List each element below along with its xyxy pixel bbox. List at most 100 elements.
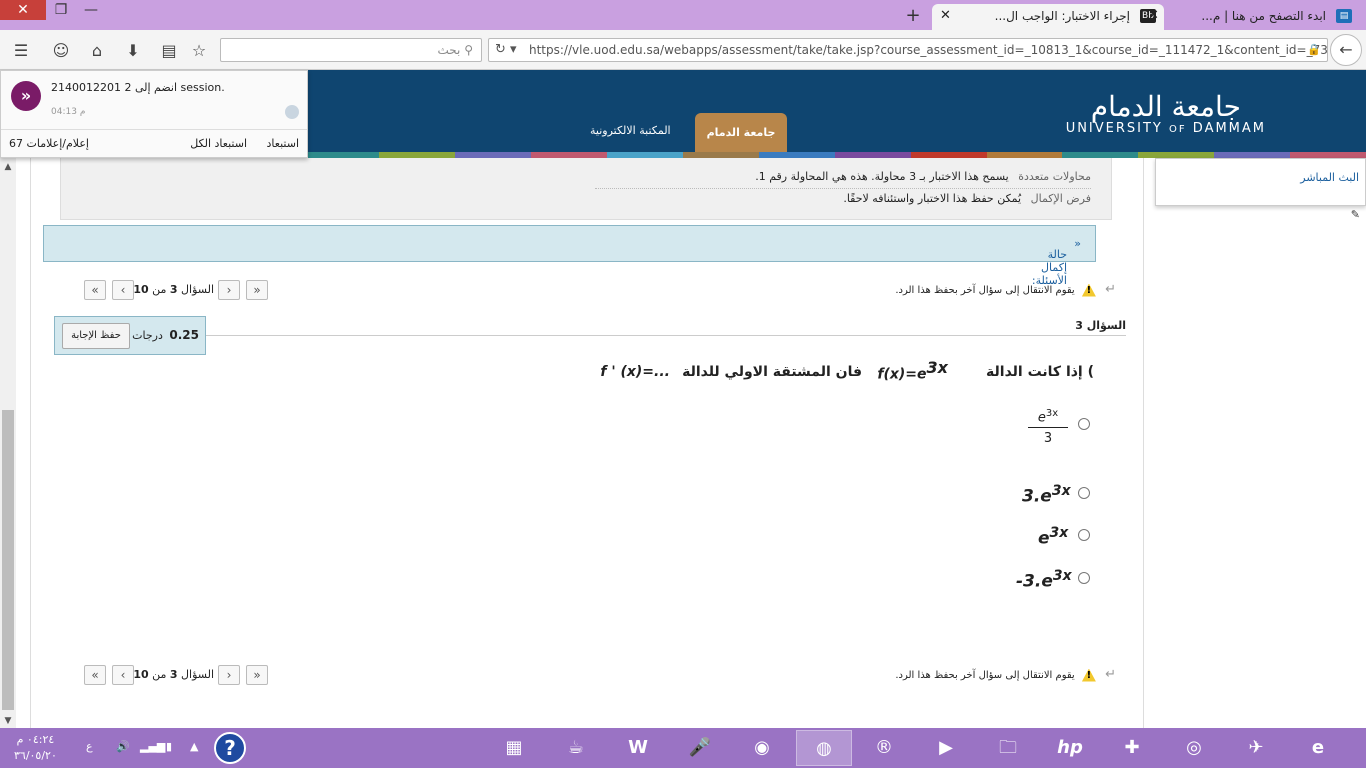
answer-radio-c[interactable] bbox=[1078, 529, 1090, 541]
search-input[interactable]: ⚲ بحث bbox=[220, 38, 482, 62]
window-minimize-button[interactable]: — bbox=[76, 0, 106, 20]
notification-footer: استبعاد استبعاد الكل 67 إعلام/إعلامات bbox=[1, 129, 307, 157]
pager-label: السؤال 3 من 10 bbox=[133, 283, 214, 296]
scroll-up-icon[interactable]: ▲ bbox=[0, 162, 16, 172]
pager-word-question: السؤال bbox=[181, 283, 214, 296]
media-player-icon[interactable]: ▶ bbox=[918, 730, 974, 766]
first-question-button[interactable]: « bbox=[246, 665, 268, 685]
tray-expand-icon[interactable]: ▲ bbox=[190, 740, 198, 753]
info-value: يسمح هذا الاختبار بـ 3 محاولة. هذه هي ال… bbox=[755, 170, 1009, 183]
navigation-bar: ☰ ☺ ⌂ ⬇ ▤ ☆ ⚲ بحث ↻ ▾ https://vle.uod.ed… bbox=[0, 30, 1366, 70]
tab-title: ابدء التصفح من هنا | م... bbox=[1201, 9, 1326, 23]
volume-icon[interactable]: 🔊 bbox=[116, 740, 130, 753]
info-force-completion: فرض الإكمال يُمكن حفظ هذا الاختبار واستئ… bbox=[843, 192, 1091, 205]
notification-popup: » 2140012201 انضم إلى 2 session. 04:13 م… bbox=[0, 70, 308, 158]
warning-icon: ! bbox=[1081, 668, 1096, 682]
save-answer-button[interactable]: حفظ الإجابة bbox=[62, 323, 130, 349]
download-icon[interactable]: ⬇ bbox=[122, 40, 144, 62]
answer-exponent: 3x bbox=[1049, 525, 1069, 541]
logo-word-of: OF bbox=[1169, 124, 1187, 135]
lock-icon: 🔒 bbox=[1307, 43, 1321, 56]
search-placeholder: بحث bbox=[437, 43, 461, 57]
scroll-thumb[interactable] bbox=[2, 410, 14, 710]
window-close-button[interactable]: ✕ bbox=[0, 0, 46, 20]
next-question-button[interactable]: › bbox=[112, 280, 134, 300]
question-header: السؤال 3 bbox=[206, 318, 1126, 336]
pager-label: السؤال 3 من 10 bbox=[133, 668, 214, 681]
tab-title: إجراء الاختبار: الواجب ال... bbox=[994, 9, 1130, 23]
answer-a-numerator: e3x bbox=[1028, 408, 1068, 429]
answer-c: e3x bbox=[1038, 525, 1068, 549]
scroll-down-icon[interactable]: ▼ bbox=[0, 716, 16, 726]
java-icon[interactable]: ☕ bbox=[548, 730, 604, 766]
answer-a-denominator: 3 bbox=[1043, 431, 1053, 447]
answer-base: 3.e bbox=[1022, 486, 1052, 507]
url-bar[interactable]: ↻ ▾ https://vle.uod.edu.sa/webapps/asses… bbox=[488, 38, 1328, 62]
live-broadcast-link[interactable]: البث المباشر bbox=[1300, 171, 1359, 184]
previous-question-button[interactable]: ‹ bbox=[218, 280, 240, 300]
network-icon[interactable]: ▂▄▆ bbox=[140, 740, 165, 753]
save-warning: ↵ ! يقوم الانتقال إلى سؤال آخر بحفظ هذا … bbox=[895, 667, 1116, 682]
battery-icon[interactable]: ▮ bbox=[166, 740, 172, 753]
answer-radio-b[interactable] bbox=[1078, 487, 1090, 499]
nav-tab-library[interactable]: المكتبة الالكترونية bbox=[590, 124, 671, 137]
previous-question-button[interactable]: ‹ bbox=[218, 665, 240, 685]
tab-close-icon[interactable]: ✕ bbox=[1148, 4, 1159, 28]
smiley-icon[interactable]: ☺ bbox=[50, 40, 72, 62]
firefox-icon[interactable]: ◍ bbox=[796, 730, 852, 766]
dismiss-link[interactable]: استبعاد bbox=[267, 130, 299, 158]
help-icon[interactable]: ? bbox=[214, 732, 246, 764]
answer-radio-a[interactable] bbox=[1078, 418, 1090, 430]
library-icon[interactable]: ▤ bbox=[158, 40, 180, 62]
tab-start-browsing[interactable]: ▤ ابدء التصفح من هنا | م... ✕ bbox=[1140, 4, 1360, 30]
word-icon[interactable]: W bbox=[610, 730, 666, 766]
dismiss-all-link[interactable]: استبعاد الكل bbox=[190, 130, 247, 158]
hp-icon[interactable]: hp bbox=[1042, 730, 1098, 766]
answer-base: e bbox=[1037, 410, 1046, 426]
notification-count[interactable]: 67 إعلام/إعلامات bbox=[9, 130, 89, 158]
home-icon[interactable]: ⌂ bbox=[86, 40, 108, 62]
answer-radio-d[interactable] bbox=[1078, 572, 1090, 584]
status-toggle[interactable]: « حالة إكمال الأسئلة: bbox=[1032, 237, 1081, 287]
nav-tab-dammam[interactable]: جامعة الدمام bbox=[695, 113, 787, 157]
control-panel-icon[interactable]: ▦ bbox=[486, 730, 542, 766]
pager-word-of: من bbox=[152, 283, 167, 296]
last-question-button[interactable]: » bbox=[84, 280, 106, 300]
points-box: حفظ الإجابة 0.25 درجات bbox=[54, 316, 206, 355]
question-completion-status[interactable]: « حالة إكمال الأسئلة: bbox=[43, 225, 1096, 287]
page-scrollbar[interactable]: ▲ ▼ bbox=[0, 158, 16, 728]
puzzle-icon[interactable]: ✚ bbox=[1104, 730, 1160, 766]
speaker-app-icon[interactable]: ◎ bbox=[1166, 730, 1222, 766]
bookmark-star-icon[interactable]: ☆ bbox=[188, 40, 210, 62]
logo-arabic: جامعة الدمام bbox=[1090, 90, 1241, 123]
next-question-button[interactable]: › bbox=[112, 665, 134, 685]
tray-clock[interactable]: ٠٤:٢٤ م ٣٦/٠٥/٢٠ bbox=[14, 732, 57, 764]
internet-explorer-icon[interactable]: e bbox=[1290, 730, 1346, 766]
question-middle: فان المشتقة الاولي للدالة bbox=[682, 364, 862, 380]
chrome-icon[interactable]: ◉ bbox=[734, 730, 790, 766]
pin-icon[interactable]: ✎ bbox=[1351, 208, 1360, 221]
reload-icon[interactable]: ↻ ▾ bbox=[495, 39, 517, 61]
info-value: يُمكن حفظ هذا الاختبار واستئنافه لاحقًا. bbox=[843, 192, 1022, 205]
menu-icon[interactable]: ☰ bbox=[10, 40, 32, 62]
last-question-button[interactable]: » bbox=[84, 665, 106, 685]
pager-word-of: من bbox=[152, 668, 167, 681]
file-explorer-icon[interactable]: 🗀 bbox=[980, 730, 1036, 766]
new-tab-button[interactable]: + bbox=[902, 5, 924, 27]
notification-message: 2140012201 انضم إلى 2 session. bbox=[51, 81, 225, 94]
recorder-icon[interactable]: ® bbox=[856, 730, 912, 766]
first-question-button[interactable]: « bbox=[246, 280, 268, 300]
language-indicator[interactable]: ع bbox=[86, 740, 93, 753]
return-arrow-icon: ↵ bbox=[1105, 282, 1116, 297]
question-function: f(x)=e3x bbox=[877, 358, 948, 383]
rocket-icon[interactable]: ✈ bbox=[1228, 730, 1284, 766]
university-logo[interactable]: جامعة الدمام UNIVERSITY OF DAMMAM bbox=[1066, 90, 1266, 136]
back-button[interactable]: ← bbox=[1330, 34, 1362, 66]
taskbar: ٠٤:٢٤ م ٣٦/٠٥/٢٠ ع 🔊 ▂▄▆ ▮ ▲ ? ▦ ☕ W 🎤 ◉… bbox=[0, 728, 1366, 768]
pager-current: 3 bbox=[169, 668, 178, 681]
tab-assessment[interactable]: Bb إجراء الاختبار: الواجب ال... ✕ bbox=[932, 4, 1164, 30]
tab-close-icon[interactable]: ✕ bbox=[940, 4, 951, 28]
window-maximize-button[interactable]: ❐ bbox=[46, 0, 76, 20]
question-pager: » › السؤال 3 من 10 ‹ « bbox=[84, 665, 274, 685]
microphone-icon[interactable]: 🎤 bbox=[672, 730, 728, 766]
